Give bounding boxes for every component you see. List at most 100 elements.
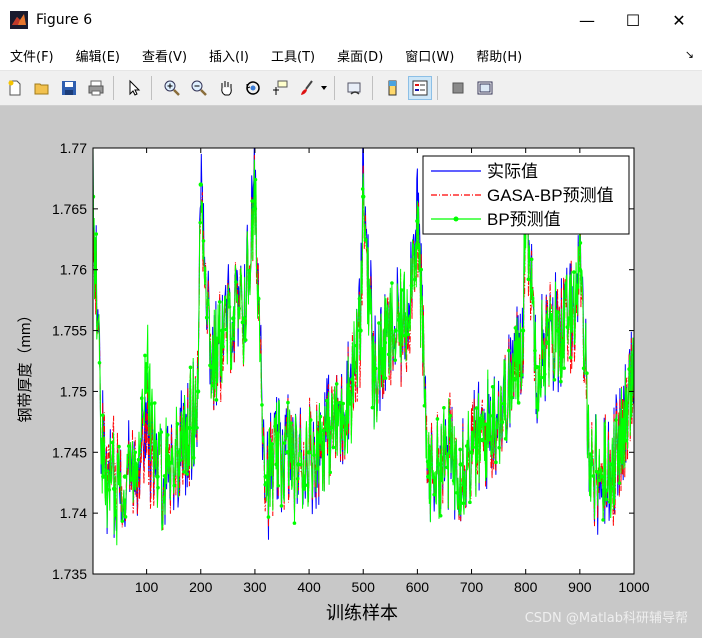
colorbar-icon[interactable] (381, 76, 405, 100)
open-file-icon[interactable] (30, 76, 54, 100)
show-plot-tools-icon[interactable] (473, 76, 497, 100)
bp-marker (224, 327, 229, 332)
menu-edit[interactable]: 编辑(E) (65, 46, 131, 65)
bp-marker (123, 515, 128, 519)
bp-marker (598, 478, 602, 483)
zoom-in-icon[interactable] (160, 76, 184, 100)
bp-marker (572, 270, 576, 274)
bp-marker (334, 382, 339, 386)
bp-marker (614, 418, 618, 422)
bp-marker (539, 375, 544, 380)
menu-bar: 文件(F) 编辑(E) 查看(V) 插入(I) 工具(T) 桌面(D) 窗口(W… (0, 40, 702, 71)
bp-marker (217, 300, 222, 304)
bp-marker (361, 194, 366, 199)
menu-tools[interactable]: 工具(T) (260, 46, 326, 65)
bp-marker (555, 328, 561, 333)
x-tick-label: 200 (189, 579, 213, 595)
toolbar-separator (334, 76, 335, 100)
pan-hand-icon[interactable] (214, 76, 238, 100)
bp-marker (122, 474, 128, 479)
rotate-3d-icon[interactable] (241, 76, 265, 100)
matlab-logo-icon (10, 11, 28, 29)
bp-marker (175, 422, 180, 426)
bp-marker (422, 404, 427, 408)
bp-marker (601, 518, 605, 522)
bp-marker (97, 360, 102, 365)
bp-marker (588, 462, 593, 467)
legend-icon[interactable] (408, 76, 432, 100)
menu-window[interactable]: 窗口(W) (394, 46, 465, 65)
data-cursor-icon[interactable] (268, 76, 292, 100)
bp-marker (588, 452, 592, 456)
x-tick-label: 500 (352, 579, 376, 595)
bp-marker (487, 437, 492, 442)
link-plot-icon[interactable] (343, 76, 367, 100)
bp-marker (545, 340, 550, 345)
bp-marker (110, 440, 115, 445)
bp-marker (455, 490, 459, 495)
bp-marker (155, 474, 160, 479)
bp-marker (559, 379, 563, 384)
new-figure-icon[interactable] (3, 76, 27, 100)
bp-marker (204, 315, 209, 320)
bp-marker (549, 312, 553, 317)
bp-marker (404, 316, 409, 321)
bp-marker (234, 280, 238, 284)
bp-marker (302, 487, 307, 491)
minimize-button[interactable]: — (564, 0, 610, 40)
menu-insert[interactable]: 插入(I) (198, 46, 260, 65)
bp-marker (292, 521, 297, 525)
bp-marker (269, 442, 274, 446)
bp-marker (403, 333, 407, 338)
bp-marker (373, 366, 378, 371)
bp-marker (377, 321, 381, 325)
bp-marker (252, 206, 258, 212)
bp-marker (273, 424, 277, 429)
bp-marker (350, 377, 355, 382)
bp-marker (599, 474, 604, 479)
bp-marker (152, 401, 157, 405)
bp-marker (274, 462, 279, 467)
bp-marker (308, 418, 313, 422)
hide-plot-tools-icon[interactable] (446, 76, 470, 100)
bp-marker (100, 413, 105, 417)
menu-help[interactable]: 帮助(H) (465, 46, 533, 65)
bp-marker (347, 402, 352, 406)
bp-marker (241, 316, 247, 321)
bp-marker (295, 476, 300, 481)
window-controls: — ☐ ✕ (564, 0, 702, 40)
bp-marker (130, 477, 134, 482)
bp-marker (240, 320, 245, 325)
print-icon[interactable] (84, 76, 108, 100)
chart-svg[interactable]: 100 200 300 400 500 600 700 800 900 1000 1.735 1.74… (0, 106, 702, 634)
x-tick-label: 100 (135, 579, 159, 595)
bp-marker (357, 296, 362, 301)
menu-view[interactable]: 查看(V) (131, 46, 198, 65)
x-axis-label: 训练样本 (326, 603, 398, 623)
bp-marker (513, 326, 518, 330)
bp-marker (91, 143, 95, 147)
bp-marker (611, 486, 615, 491)
close-button[interactable]: ✕ (656, 0, 702, 40)
brush-dropdown-icon[interactable] (319, 76, 329, 100)
bp-marker (360, 187, 365, 191)
zoom-out-icon[interactable] (187, 76, 211, 100)
bp-marker (133, 450, 138, 455)
menu-file[interactable]: 文件(F) (0, 46, 65, 65)
bp-marker (533, 348, 537, 353)
dock-figure-icon[interactable]: ↘ (685, 48, 694, 61)
bp-marker (331, 445, 336, 450)
bp-marker (358, 328, 363, 333)
bp-marker (566, 316, 572, 321)
bp-marker (464, 444, 469, 448)
y-tick-label: 1.74 (60, 505, 87, 521)
bp-marker (139, 396, 144, 401)
menu-desktop[interactable]: 桌面(D) (326, 46, 394, 65)
save-icon[interactable] (57, 76, 81, 100)
brush-icon[interactable] (295, 76, 319, 100)
legend-label-1: GASA-BP预测值 (487, 186, 614, 205)
pointer-icon[interactable] (122, 76, 146, 100)
legend[interactable]: 实际值 GASA-BP预测值 BP预测值 (422, 155, 630, 235)
maximize-button[interactable]: ☐ (610, 0, 656, 40)
bp-marker (536, 365, 540, 369)
